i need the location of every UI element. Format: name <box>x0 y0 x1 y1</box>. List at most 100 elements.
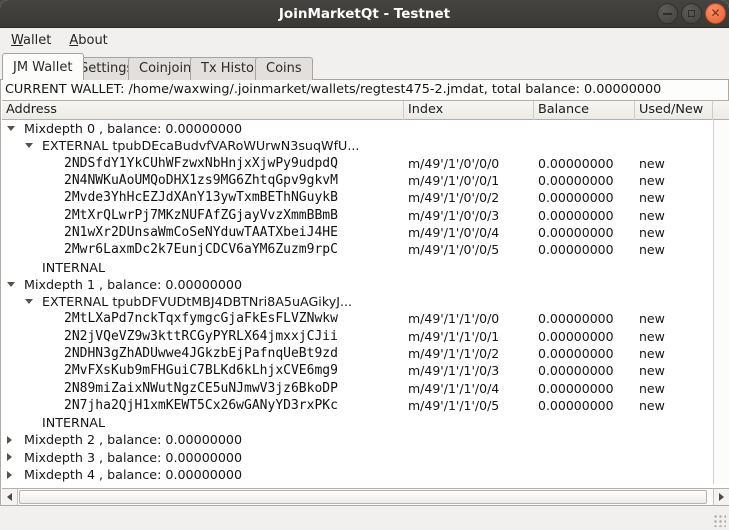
balance-cell: 0.00000000 <box>534 381 635 396</box>
balance-cell: 0.00000000 <box>534 225 635 240</box>
header-filler <box>713 101 729 120</box>
tree-row[interactable]: EXTERNAL tpubDEcaBudvfVARoWUrwN3suqWfU..… <box>2 137 713 154</box>
address-cell: 2MtLXaPd7nckTqxfymgcGjaFkEsFLVZNwkw <box>64 311 338 326</box>
status-cell: new <box>635 363 713 378</box>
resize-grip-icon[interactable] <box>712 513 726 527</box>
tree-row[interactable]: 2NDSfdY1YkCUhWFzwxNbHnjxXjwPy9udpdQ m/49'… <box>2 155 713 172</box>
status-cell: new <box>635 381 713 396</box>
expand-arrow-icon[interactable] <box>7 436 24 444</box>
balance-cell: 0.00000000 <box>534 173 635 188</box>
tree-row[interactable]: 2MvFXsKub9mFHGuiC7BLKd6kLhjxCVE6mg9m/49'… <box>2 362 713 379</box>
wallet-tree: Address Index Balance Used/New Mixdepth … <box>2 100 729 505</box>
close-button[interactable]: ✕ <box>705 3 726 24</box>
status-cell: new <box>635 311 713 326</box>
tree-row[interactable]: 2Mvde3YhHcEZJdXAnY13ywTxmBEThNGuykBm/49'… <box>2 189 713 206</box>
tree-row[interactable]: 2N89miZaixNWutNgzCE5uNJmwV3jz6BkoDPm/49'… <box>2 379 713 396</box>
address-cell: 2MtXrQLwrPj7MKzNUFAfZGjayVvzXmmBBmB <box>64 208 338 223</box>
expand-arrow-icon[interactable] <box>7 471 24 479</box>
index-cell: m/49'/1'/0'/0/0 <box>404 156 534 171</box>
triangle-glyph <box>7 453 12 461</box>
tree-row[interactable]: 2N2jVQeVZ9w3kttRCGyPYRLX64jmxxjCJii m/49'… <box>2 328 713 345</box>
index-cell: m/49'/1'/0'/0/1 <box>404 173 534 188</box>
tab-jm-wallet[interactable]: JM Wallet <box>2 53 84 80</box>
horizontal-scrollbar[interactable] <box>2 488 713 505</box>
index-cell: m/49'/1'/0'/0/2 <box>404 190 534 205</box>
tree-row[interactable]: INTERNAL <box>2 258 713 275</box>
tree-row[interactable]: 2NDHN3gZhADUwwe4JGkzbEjPafnqUeBt9zdm/49'… <box>2 345 713 362</box>
address-cell: 2Mwr6LaxmDc2k7EunjCDCV6aYM6Zuzm9rpC <box>64 242 338 257</box>
index-cell: m/49'/1'/1'/0/5 <box>404 398 534 413</box>
tree-name-cell: Mixdepth 2 , balance: 0.00000000 <box>2 432 404 447</box>
tree-row[interactable]: EXTERNAL tpubDFVUDtMBJ4DBTNri8A5uAGikyJ.… <box>2 293 713 310</box>
menu-wallet[interactable]: Wallet <box>2 28 60 53</box>
tree-row[interactable]: 2MtXrQLwrPj7MKzNUFAfZGjayVvzXmmBBmBm/49'… <box>2 206 713 223</box>
vertical-scrollbar[interactable] <box>713 120 729 484</box>
status-cell: new <box>635 346 713 361</box>
tree-label: Mixdepth 1 , balance: 0.00000000 <box>24 277 242 292</box>
minimize-button[interactable] <box>657 3 678 24</box>
triangle-glyph <box>7 436 12 444</box>
address-cell: 2N7jha2QjH1xmKEWT5Cx26wGANyYD3rxPKc <box>64 398 338 413</box>
status-cell: new <box>635 190 713 205</box>
tree-name-cell: Mixdepth 3 , balance: 0.00000000 <box>2 450 404 465</box>
scroll-left-button[interactable] <box>2 489 18 505</box>
tree-name-cell: 2N89miZaixNWutNgzCE5uNJmwV3jz6BkoDP <box>2 381 404 396</box>
tree-name-cell: INTERNAL <box>2 415 404 430</box>
balance-cell: 0.00000000 <box>534 311 635 326</box>
tree-label: INTERNAL <box>42 415 105 430</box>
tree-name-cell: 2N1wXr2DUnsaWmCoSeNYduwTAATXbeiJ4HE <box>2 225 404 240</box>
menu-wallet-mnemonic: W <box>11 33 23 48</box>
balance-cell: 0.00000000 <box>534 156 635 171</box>
wallet-tab-pane: CURRENT WALLET: /home/waxwing/.joinmarke… <box>0 80 729 506</box>
titlebar[interactable]: JoinMarketQt - Testnet ✕ <box>0 0 729 28</box>
collapse-arrow-icon[interactable] <box>25 143 42 148</box>
collapse-arrow-icon[interactable] <box>7 126 24 131</box>
tree-label: Mixdepth 2 , balance: 0.00000000 <box>24 432 242 447</box>
tree-row[interactable]: Mixdepth 2 , balance: 0.00000000 <box>2 431 713 448</box>
tree-name-cell: INTERNAL <box>2 260 404 275</box>
tree-name-cell: 2Mwr6LaxmDc2k7EunjCDCV6aYM6Zuzm9rpC <box>2 242 404 257</box>
tree-row[interactable]: 2N7jha2QjH1xmKEWT5Cx26wGANyYD3rxPKc m/49'… <box>2 397 713 414</box>
tree-label: Mixdepth 3 , balance: 0.00000000 <box>24 450 242 465</box>
horizontal-scroll-track[interactable] <box>18 489 713 505</box>
balance-cell: 0.00000000 <box>534 346 635 361</box>
tree-row[interactable]: 2Mwr6LaxmDc2k7EunjCDCV6aYM6Zuzm9rpCm/49'… <box>2 241 713 258</box>
collapse-arrow-icon[interactable] <box>25 299 42 304</box>
tree-name-cell: 2NDHN3gZhADUwwe4JGkzbEjPafnqUeBt9zd <box>2 346 404 361</box>
menubar: Wallet About <box>0 28 729 53</box>
menu-about-mnemonic: A <box>69 33 78 48</box>
index-cell: m/49'/1'/1'/0/1 <box>404 329 534 344</box>
index-cell: m/49'/1'/1'/0/2 <box>404 346 534 361</box>
tree-row[interactable]: Mixdepth 1 , balance: 0.00000000 <box>2 276 713 293</box>
header-index[interactable]: Index <box>404 101 534 120</box>
horizontal-scroll-thumb[interactable] <box>19 490 707 504</box>
tree-label: EXTERNAL tpubDFVUDtMBJ4DBTNri8A5uAGikyJ.… <box>42 294 352 309</box>
tree-name-cell: 2MtXrQLwrPj7MKzNUFAfZGjayVvzXmmBBmB <box>2 208 404 223</box>
tree-row[interactable]: Mixdepth 0 , balance: 0.00000000 <box>2 120 713 137</box>
expand-arrow-icon[interactable] <box>7 453 24 461</box>
tree-row[interactable]: Mixdepth 3 , balance: 0.00000000 <box>2 449 713 466</box>
tree-row[interactable]: INTERNAL <box>2 414 713 431</box>
index-cell: m/49'/1'/1'/0/4 <box>404 381 534 396</box>
menu-about[interactable]: About <box>60 28 116 53</box>
window-controls: ✕ <box>657 3 726 24</box>
tree-body: Mixdepth 0 , balance: 0.00000000EXTERNAL… <box>2 120 713 484</box>
maximize-button[interactable] <box>681 3 702 24</box>
address-cell: 2NDSfdY1YkCUhWFzwxNbHnjxXjwPy9udpdQ <box>64 156 338 171</box>
tree-row[interactable]: 2N4NWKuAoUMQoDHX1zs9MG6ZhtqGpv9gkvMm/49'… <box>2 172 713 189</box>
status-cell: new <box>635 242 713 257</box>
tree-row[interactable]: 2N1wXr2DUnsaWmCoSeNYduwTAATXbeiJ4HEm/49'… <box>2 224 713 241</box>
collapse-arrow-icon[interactable] <box>7 282 24 287</box>
status-cell: new <box>635 225 713 240</box>
address-cell: 2N2jVQeVZ9w3kttRCGyPYRLX64jmxxjCJii <box>64 329 338 344</box>
scroll-right-button[interactable] <box>713 488 729 505</box>
tree-name-cell: 2N2jVQeVZ9w3kttRCGyPYRLX64jmxxjCJii <box>2 329 404 344</box>
tree-row[interactable]: Mixdepth 4 , balance: 0.00000000 <box>2 466 713 483</box>
tree-name-cell: EXTERNAL tpubDEcaBudvfVARoWUrwN3suqWfU..… <box>2 138 404 153</box>
tree-name-cell: 2N4NWKuAoUMQoDHX1zs9MG6ZhtqGpv9gkvM <box>2 173 404 188</box>
header-used-new[interactable]: Used/New <box>635 101 713 120</box>
tree-row[interactable]: 2MtLXaPd7nckTqxfymgcGjaFkEsFLVZNwkwm/49'… <box>2 310 713 327</box>
header-balance[interactable]: Balance <box>534 101 635 120</box>
tab-coins[interactable]: Coins <box>255 57 313 80</box>
header-address[interactable]: Address <box>2 101 404 120</box>
